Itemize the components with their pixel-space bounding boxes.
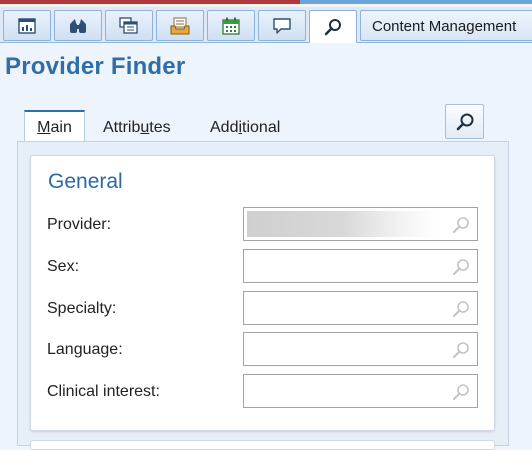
specialty-field[interactable] [243,291,478,325]
search-icon[interactable] [451,299,471,319]
field-label: Provider: [47,216,112,233]
field-row-clinical-interest: Clinical interest: [47,374,487,408]
tab-content-management[interactable]: Content Management [360,10,532,41]
language-field[interactable] [243,332,478,366]
report-icon [18,17,36,34]
search-icon [324,18,341,35]
language-input[interactable] [244,333,444,365]
tab-main[interactable]: Main [24,110,85,142]
field-label: Sex: [47,258,80,275]
speech-bubble-icon [273,17,291,34]
field-row-sex: Sex: [47,249,487,283]
toolbar-button-binoculars[interactable] [54,10,102,41]
sex-field[interactable] [243,249,478,283]
tab-additional[interactable]: Additional [210,110,280,142]
sex-input[interactable] [244,250,444,282]
provider-field[interactable] [243,207,478,241]
find-button[interactable] [445,104,484,139]
window-top-strip [0,0,532,7]
search-icon[interactable] [451,382,471,402]
clinical-interest-input[interactable] [244,375,444,407]
field-label: Clinical interest: [47,383,160,400]
search-icon[interactable] [451,340,471,360]
inbox-icon [170,17,190,34]
search-icon[interactable] [451,257,471,277]
field-label: Specialty: [47,300,117,317]
group-title: General [48,170,123,193]
search-icon[interactable] [451,215,471,235]
field-row-language: Language: [47,332,487,366]
field-row-provider: Provider: [47,207,487,241]
accent-stripe [0,0,300,4]
field-row-specialty: Specialty: [47,291,487,325]
accent-stripe-blue [300,0,532,4]
binoculars-icon [70,18,86,33]
page-title: Provider Finder [5,53,186,80]
specialty-input[interactable] [244,292,444,324]
toolbar-button-messages[interactable] [258,10,306,41]
tab-attributes[interactable]: Attributes [103,110,171,142]
search-icon [456,113,473,130]
next-group [30,440,495,450]
calendar-icon [222,17,240,35]
toolbar-button-windows[interactable] [105,10,153,41]
toolbar-button-report[interactable] [3,10,51,41]
toolbar-button-inbox[interactable] [156,10,204,41]
redacted-value [247,211,437,237]
toolbar-button-calendar[interactable] [207,10,255,41]
field-label: Language: [47,341,123,358]
windows-icon [119,16,138,34]
activity-toolbar: Content Management [0,7,532,43]
toolbar-button-search[interactable] [309,10,357,43]
clinical-interest-field[interactable] [243,374,478,408]
